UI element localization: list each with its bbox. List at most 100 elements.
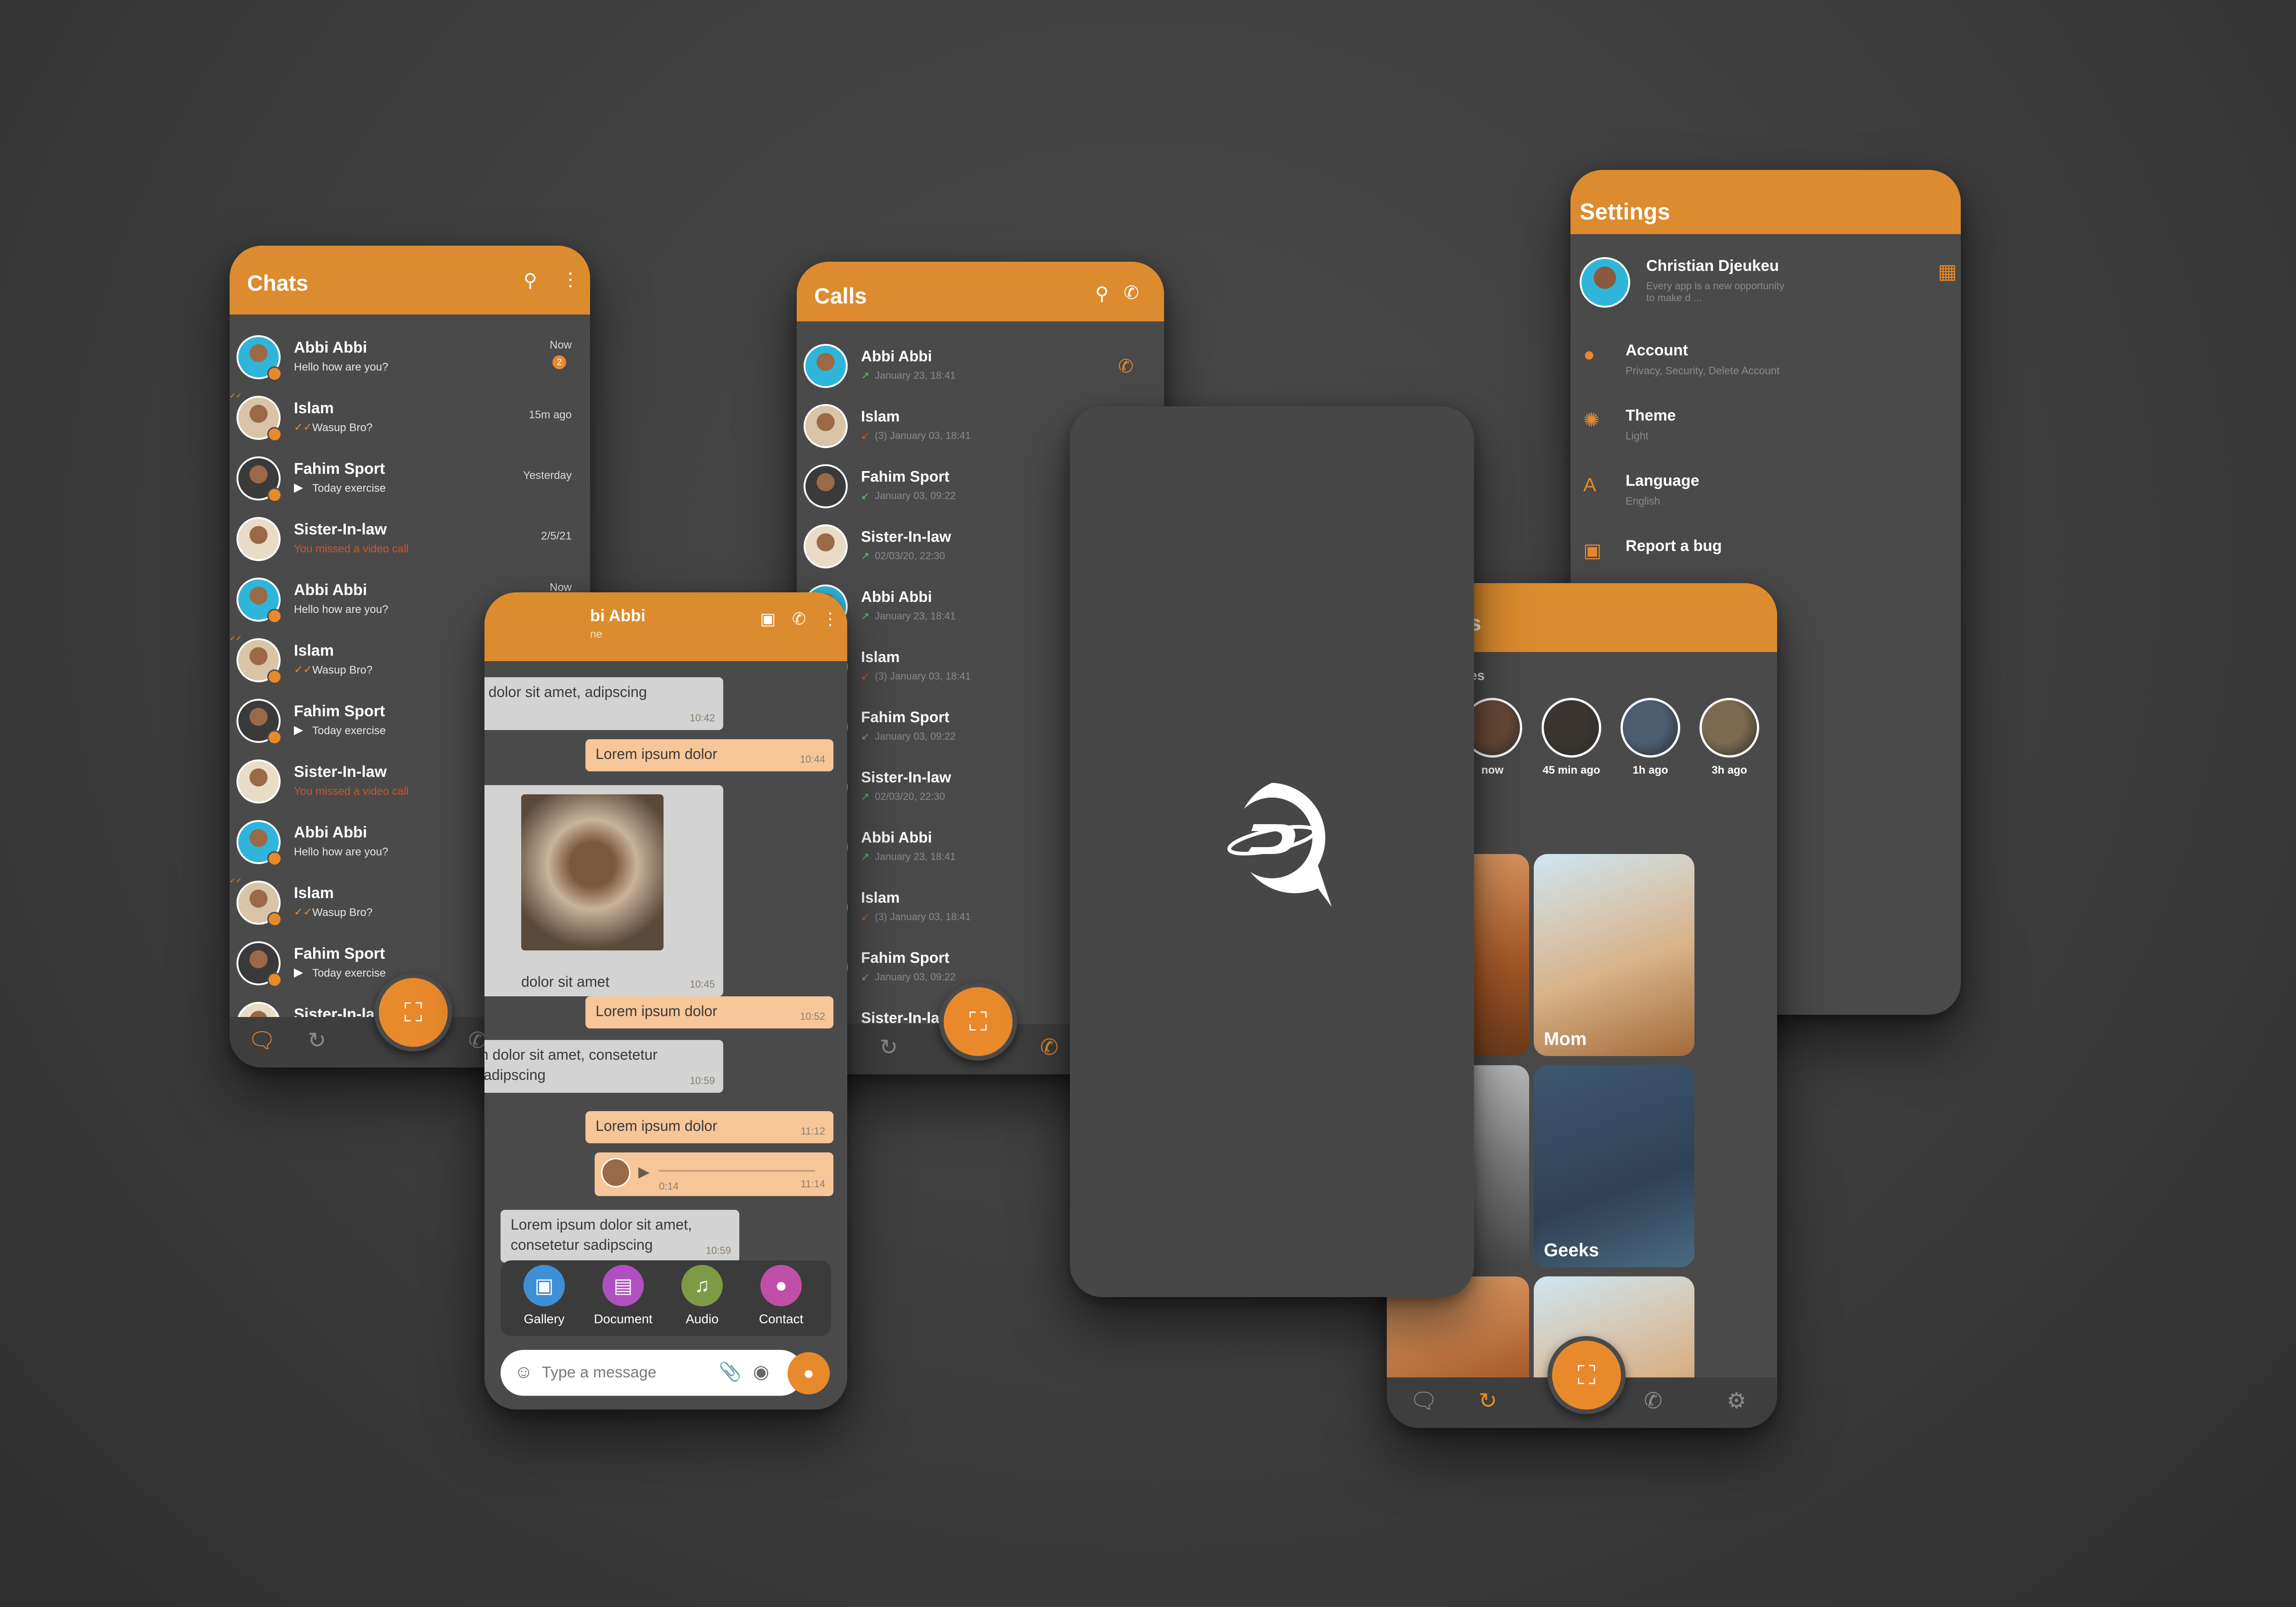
- scan-fab-button[interactable]: ⛶: [374, 973, 452, 1051]
- story-avatar[interactable]: [1542, 698, 1601, 758]
- search-icon[interactable]: ⚲: [1095, 285, 1109, 303]
- attach-document-button[interactable]: ▤ Document: [589, 1265, 658, 1326]
- message-text: dolor sit amet: [521, 973, 610, 990]
- chat-nav-icon[interactable]: 🗨: [248, 1030, 276, 1052]
- story-item[interactable]: 3h ago: [1693, 698, 1766, 777]
- call-row[interactable]: Abbi Abbi ↗ January 23, 18:41 ✆: [797, 337, 1164, 396]
- status-card[interactable]: Mom: [1534, 854, 1694, 1056]
- call-back-icon[interactable]: ✆: [1118, 356, 1134, 377]
- status-card[interactable]: Geeks: [1534, 1065, 1694, 1267]
- attach-gallery-button[interactable]: ▣ Gallery: [510, 1265, 579, 1326]
- mic-button[interactable]: ●: [788, 1352, 830, 1394]
- message-time: 10:44: [799, 753, 825, 765]
- settings-item[interactable]: ✺ Theme Light: [1570, 396, 1961, 455]
- story-avatar[interactable]: [1621, 698, 1680, 758]
- message-bubble[interactable]: m dolor sit amet, consetetur sadipscing 1…: [484, 1040, 723, 1093]
- voice-call-icon[interactable]: ✆: [792, 611, 806, 627]
- voice-avatar: [601, 1158, 630, 1187]
- avatar[interactable]: [804, 344, 848, 388]
- call-date: January 03, 09:22: [875, 730, 956, 742]
- search-icon[interactable]: ⚲: [523, 271, 537, 290]
- message-input-bar[interactable]: ☺ Type a message 📎 ◉: [501, 1350, 804, 1396]
- chat-row[interactable]: Sister-In-law You missed a video call 2/5/…: [230, 512, 590, 572]
- chat-name: Abbi Abbi: [294, 339, 367, 356]
- avatar[interactable]: [804, 524, 848, 568]
- scan-fab-button[interactable]: ⛶: [1548, 1336, 1626, 1414]
- settings-item[interactable]: ● Account Privacy, Security, Delete Accoun…: [1570, 331, 1961, 390]
- status-nav-icon[interactable]: ↻: [1479, 1390, 1497, 1412]
- read-check-icon: ✓✓: [294, 421, 313, 433]
- more-options-icon[interactable]: ⋮: [822, 611, 838, 627]
- story-item[interactable]: 45 min ago: [1535, 698, 1608, 777]
- avatar[interactable]: [236, 517, 281, 561]
- read-check-icon: ✓✓: [230, 877, 242, 885]
- emoji-icon[interactable]: ☺: [514, 1363, 533, 1381]
- message-bubble[interactable]: Lorem ipsum dolor 10:44: [585, 739, 833, 771]
- call-date: (3) January 03, 18:41: [875, 430, 971, 441]
- status-nav-icon[interactable]: ↻: [308, 1030, 326, 1052]
- avatar[interactable]: [804, 404, 848, 448]
- message-time: 10:52: [799, 1011, 825, 1022]
- video-call-icon[interactable]: ▣: [760, 611, 776, 627]
- gallery-icon: ▣: [523, 1265, 565, 1306]
- profile-about-text: Every app is a new opportunity to make d…: [1646, 280, 1784, 303]
- bug-icon: ▣: [1583, 539, 1602, 561]
- call-date: January 23, 18:41: [875, 610, 956, 622]
- calls-nav-icon[interactable]: ✆: [1040, 1037, 1058, 1059]
- chat-preview: Wasup Bro?: [312, 421, 373, 434]
- qr-code-icon[interactable]: ▦: [1938, 262, 1957, 282]
- online-badge: [267, 427, 282, 442]
- settings-item[interactable]: ▣ Report a bug: [1570, 526, 1961, 586]
- status-card-label: Mom: [1544, 1029, 1587, 1049]
- chat-preview: Hello how are you?: [294, 361, 388, 373]
- chat-name: Sister-In-law: [294, 521, 387, 538]
- chat-row[interactable]: Abbi Abbi Hello how are you? Now 2: [230, 331, 590, 390]
- attach-audio-button[interactable]: ♫ Audio: [668, 1265, 737, 1326]
- story-avatar[interactable]: [1699, 698, 1759, 758]
- chat-name: Sister-In-law: [294, 763, 387, 781]
- video-icon: ▶: [294, 723, 303, 736]
- attach-contact-button[interactable]: ● Contact: [747, 1265, 816, 1326]
- avatar[interactable]: [236, 759, 281, 804]
- message-image[interactable]: [521, 794, 664, 950]
- read-check-icon: ✓✓: [294, 663, 313, 676]
- calls-title: Calls: [814, 284, 867, 309]
- add-call-icon[interactable]: ✆: [1124, 284, 1139, 302]
- profile-about: Every app is a new opportunity to make d…: [1646, 280, 1793, 304]
- message-input[interactable]: Type a message: [542, 1364, 656, 1382]
- message-text: Lorem ipsum dolor: [596, 1118, 717, 1134]
- message-bubble[interactable]: ▶ 0:14 11:14: [595, 1152, 833, 1196]
- settings-item[interactable]: A Language English: [1570, 461, 1961, 521]
- online-badge: [267, 851, 282, 866]
- attach-label: Audio: [686, 1312, 719, 1326]
- chat-row[interactable]: Fahim Sport Today exercise ▶ Yesterday: [230, 452, 590, 511]
- message-bubble[interactable]: Lorem ipsum dolor 11:12: [585, 1111, 833, 1143]
- chat-row[interactable]: Islam✓✓Wasup Bro?✓✓15m ago: [230, 391, 590, 451]
- camera-icon[interactable]: ◉: [753, 1363, 769, 1381]
- attach-label: Document: [594, 1312, 653, 1326]
- more-options-icon[interactable]: ⋮: [561, 270, 580, 289]
- calls-nav-icon[interactable]: ✆: [1644, 1390, 1662, 1412]
- chat-nav-icon[interactable]: 🗨: [1410, 1390, 1438, 1412]
- message-bubble[interactable]: Lorem ipsum dolor 10:52: [585, 996, 833, 1028]
- chat-preview: Today exercise: [312, 725, 386, 737]
- read-check-icon: ✓✓: [230, 635, 242, 642]
- attach-icon[interactable]: 📎: [719, 1363, 742, 1381]
- message-bubble[interactable]: Lorem ipsum dolor sit amet, consetetur s…: [501, 1210, 739, 1263]
- caller-name: Abbi Abbi: [861, 348, 932, 365]
- message-time: 11:12: [800, 1125, 825, 1137]
- status-nav-icon[interactable]: ↻: [879, 1037, 898, 1059]
- message-bubble[interactable]: n dolor sit amet, adipscing 10:42: [484, 677, 723, 730]
- caller-name: Fahim Sport: [861, 468, 950, 485]
- story-item[interactable]: 1h ago: [1614, 698, 1687, 777]
- settings-nav-icon[interactable]: ⚙: [1727, 1390, 1746, 1412]
- play-icon[interactable]: ▶: [638, 1162, 650, 1182]
- scan-fab-button[interactable]: ⛶: [939, 983, 1017, 1061]
- message-bubble[interactable]: dolor sit amet 10:45: [484, 785, 723, 996]
- chat-preview: Wasup Bro?: [312, 664, 373, 676]
- attachment-panel: ▣ Gallery ▤ Document ♫ Audio ● Contact: [501, 1260, 831, 1336]
- call-date: (3) January 03, 18:41: [875, 911, 971, 922]
- avatar[interactable]: [804, 464, 848, 508]
- caller-name: Islam: [861, 648, 900, 665]
- profile-avatar[interactable]: [1580, 257, 1630, 308]
